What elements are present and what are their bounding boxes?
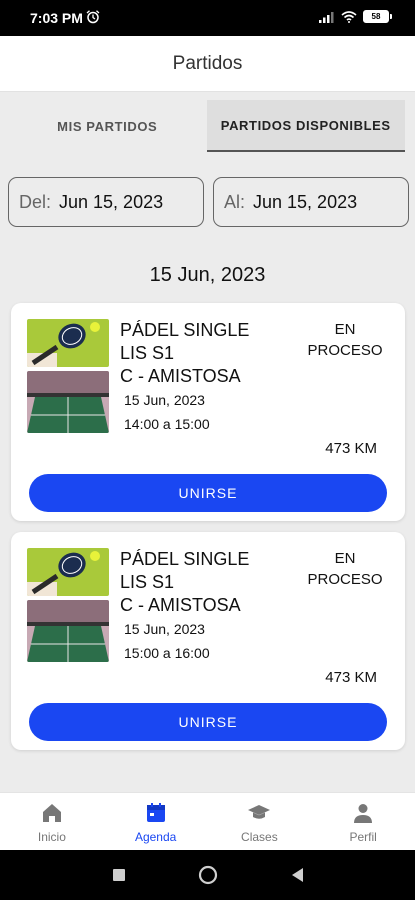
app-header: Partidos xyxy=(0,36,415,92)
recents-icon[interactable] xyxy=(112,868,126,882)
system-nav-bar xyxy=(0,850,415,900)
page-title: Partidos xyxy=(172,52,243,74)
nav-item-label: Inicio xyxy=(37,830,66,844)
match-name-line: PÁDEL SINGLE xyxy=(120,320,250,340)
padel-racket-image xyxy=(27,319,109,367)
status-time: 7:03 PM xyxy=(30,10,83,26)
match-name-line: LIS S1 xyxy=(120,572,175,592)
nav-item-perfil[interactable]: Perfil xyxy=(311,793,415,850)
nav-item-clases[interactable]: Clases xyxy=(208,793,312,850)
match-status: EN PROCESO xyxy=(305,319,385,361)
match-name-line: C - AMISTOSA xyxy=(120,366,241,386)
nav-item-label: Perfil xyxy=(349,830,377,844)
back-icon[interactable] xyxy=(290,867,304,883)
calendar-icon xyxy=(146,803,165,822)
match-time: 14:00 a 15:00 xyxy=(124,416,210,432)
home-icon xyxy=(42,804,61,822)
date-from-value: Jun 15, 2023 xyxy=(59,191,164,212)
signal-icon xyxy=(319,11,334,23)
status-bar: 7:03 PM 58 xyxy=(0,0,415,36)
match-status: EN PROCESO xyxy=(305,548,385,590)
nav-item-inicio[interactable]: Inicio xyxy=(0,793,104,850)
match-name: PÁDEL SINGLE LIS S1 C - AMISTOSA xyxy=(120,319,290,388)
tab-partidos-disponibles[interactable]: PARTIDOS DISPONIBLES xyxy=(206,100,405,152)
person-icon xyxy=(354,804,373,823)
match-status-line: EN xyxy=(334,321,356,338)
nav-item-label: Clases xyxy=(241,830,278,844)
match-name-line: LIS S1 xyxy=(120,343,175,363)
match-status-line: EN xyxy=(334,550,356,567)
match-card: PÁDEL SINGLE LIS S1 C - AMISTOSA 15 Jun,… xyxy=(11,532,405,750)
join-button[interactable]: UNIRSE xyxy=(29,703,387,741)
tab-mis-partidos[interactable]: MIS PARTIDOS xyxy=(8,100,207,152)
match-name-line: C - AMISTOSA xyxy=(120,595,241,615)
nav-item-label: Agenda xyxy=(134,830,177,844)
match-status-line: PROCESO xyxy=(307,342,383,359)
padel-racket-image xyxy=(27,548,109,596)
padel-court-image xyxy=(27,371,109,433)
nav-item-agenda[interactable]: Agenda xyxy=(104,793,208,850)
alarm-icon xyxy=(86,10,100,24)
match-distance: 473 KM xyxy=(325,669,377,686)
home-button-icon[interactable] xyxy=(198,865,218,885)
match-name: PÁDEL SINGLE LIS S1 C - AMISTOSA xyxy=(120,548,290,617)
date-to-label: Al: xyxy=(224,191,246,212)
section-date-heading: 15 Jun, 2023 xyxy=(149,264,266,286)
match-status-line: PROCESO xyxy=(307,571,383,588)
graduation-cap-icon xyxy=(248,805,271,819)
match-date: 15 Jun, 2023 xyxy=(124,621,205,637)
padel-court-image xyxy=(27,600,109,662)
date-to-value: Jun 15, 2023 xyxy=(253,191,358,212)
date-to-field[interactable]: Al: Jun 15, 2023 xyxy=(213,177,409,227)
match-time: 15:00 a 16:00 xyxy=(124,645,210,661)
bottom-nav: Inicio Agenda Clases Perfil xyxy=(0,792,415,850)
match-card: PÁDEL SINGLE LIS S1 C - AMISTOSA 15 Jun,… xyxy=(11,303,405,521)
match-tabs: MIS PARTIDOS PARTIDOS DISPONIBLES xyxy=(8,100,405,152)
battery-icon: 58 xyxy=(363,10,392,23)
match-date: 15 Jun, 2023 xyxy=(124,392,205,408)
wifi-icon xyxy=(341,10,357,23)
date-from-field[interactable]: Del: Jun 15, 2023 xyxy=(8,177,204,227)
status-icons: 58 xyxy=(319,10,392,23)
join-button[interactable]: UNIRSE xyxy=(29,474,387,512)
date-from-label: Del: xyxy=(19,191,52,212)
match-name-line: PÁDEL SINGLE xyxy=(120,549,250,569)
match-distance: 473 KM xyxy=(325,440,377,457)
